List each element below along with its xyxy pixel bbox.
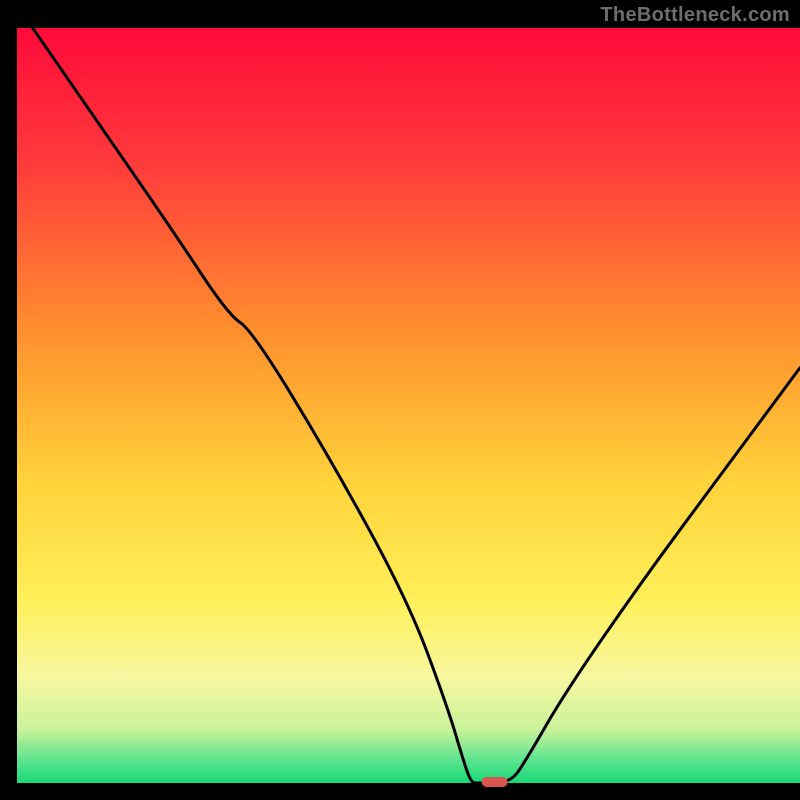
chart-frame: TheBottleneck.com [0,0,800,800]
bottleneck-chart [0,0,800,800]
optimum-marker [482,777,508,787]
plot-background [17,28,800,783]
watermark-text: TheBottleneck.com [600,4,790,27]
